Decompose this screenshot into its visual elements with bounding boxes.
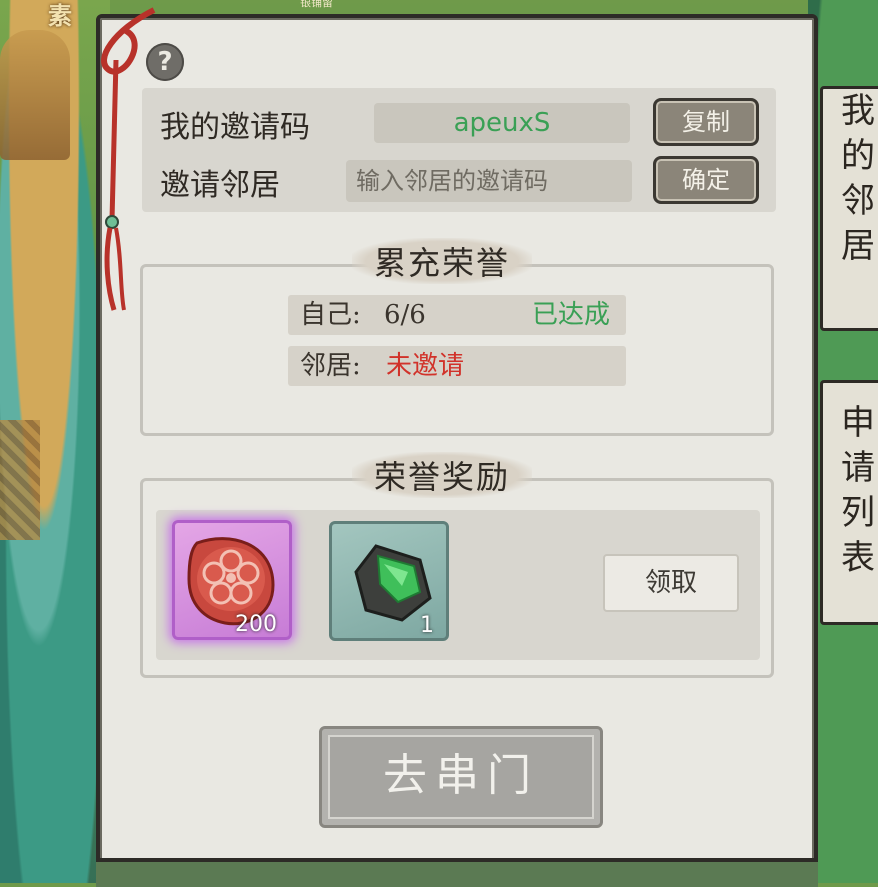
side-tab-application-list[interactable]: 申 请 列 表 bbox=[820, 380, 878, 625]
neighbor-label: 邻居: bbox=[300, 351, 361, 381]
item-count: 1 bbox=[420, 613, 434, 638]
self-progress-row: 自己: 6/6 已达成 bbox=[288, 295, 626, 335]
side-tab-label: 申 请 列 表 bbox=[841, 403, 875, 578]
top-mini-label: 银铺留 bbox=[300, 0, 333, 9]
reward-item[interactable]: 1 bbox=[329, 521, 449, 641]
claim-button[interactable]: 领取 bbox=[603, 554, 739, 612]
my-code-label: 我的邀请码 bbox=[160, 110, 310, 145]
side-tab-label: 我 的 邻 居 bbox=[841, 91, 875, 266]
side-tab-my-neighbors[interactable]: 我 的 邻 居 bbox=[820, 86, 878, 331]
reward-item[interactable]: 200 bbox=[172, 520, 292, 640]
recharge-honor-title: 累充荣誉 bbox=[352, 238, 533, 284]
confirm-button[interactable]: 确定 bbox=[653, 156, 759, 204]
self-progress-value: 6/6 bbox=[384, 300, 426, 330]
neighbor-status-badge: 未邀请 bbox=[386, 351, 465, 381]
self-status-badge: 已达成 bbox=[531, 300, 610, 330]
copy-button[interactable]: 复制 bbox=[653, 98, 759, 146]
visit-neighbor-button[interactable]: 去串门 bbox=[319, 726, 603, 828]
item-count: 200 bbox=[235, 612, 277, 637]
top-label: 素 bbox=[48, 1, 72, 30]
honor-reward-title: 荣誉奖励 bbox=[352, 452, 533, 498]
invite-neighbor-label: 邀请邻居 bbox=[160, 168, 280, 203]
bridge-decoration bbox=[0, 420, 40, 540]
self-label: 自己: bbox=[300, 300, 361, 330]
my-invite-code: apeuxS bbox=[374, 103, 630, 143]
hut-decoration bbox=[0, 30, 70, 160]
neighbor-progress-row: 邻居: 未邀请 bbox=[288, 346, 626, 386]
help-icon[interactable]: ? bbox=[146, 43, 184, 81]
neighbor-code-input[interactable] bbox=[346, 160, 632, 202]
